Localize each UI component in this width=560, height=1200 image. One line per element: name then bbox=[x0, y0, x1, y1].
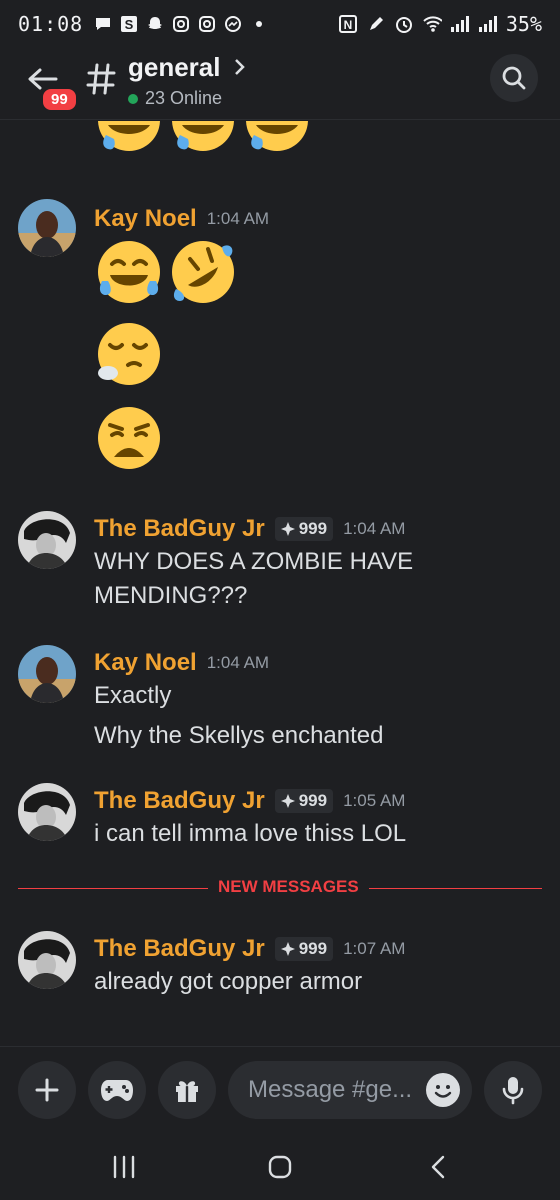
sparkle-icon bbox=[280, 794, 295, 808]
message-header: Kay Noel 1:04 AM bbox=[94, 649, 269, 677]
role-tag-label: 999 bbox=[298, 939, 328, 958]
avatar[interactable] bbox=[18, 783, 76, 841]
messenger-icon bbox=[223, 14, 243, 34]
relieved-exhale-emoji-icon bbox=[98, 323, 160, 385]
nfc-icon: N bbox=[338, 14, 358, 34]
gift-icon bbox=[176, 1081, 198, 1102]
message-list[interactable]: Kay Noel 1:04 AM The BadGuy Jr 999 1:04 … bbox=[0, 121, 560, 1046]
emoji-picker-button[interactable] bbox=[426, 1073, 460, 1107]
recent-apps-button[interactable] bbox=[104, 1150, 144, 1184]
wifi-icon bbox=[422, 14, 442, 34]
search-button[interactable] bbox=[490, 54, 538, 102]
rofl-emoji-icon bbox=[98, 121, 160, 151]
online-status-dot bbox=[128, 93, 138, 104]
avatar[interactable] bbox=[18, 199, 76, 257]
status-bar: 01:08 S N 35% bbox=[0, 0, 560, 48]
author-name[interactable]: The BadGuy Jr bbox=[94, 515, 265, 543]
signal-icon bbox=[478, 14, 498, 34]
system-navigation-bar bbox=[0, 1134, 560, 1200]
new-messages-divider: NEW MESSAGES bbox=[18, 877, 542, 897]
online-count: 23 Online bbox=[128, 88, 222, 109]
system-icons: N 35% bbox=[338, 12, 542, 36]
timestamp: 1:04 AM bbox=[206, 653, 270, 672]
message-text: WHY DOES A ZOMBIE HAVE MENDING??? bbox=[94, 548, 414, 609]
author-name[interactable]: The BadGuy Jr bbox=[94, 935, 265, 963]
message-text: Exactly bbox=[94, 682, 172, 709]
microphone-icon bbox=[502, 1077, 524, 1105]
signal-icon bbox=[450, 14, 470, 34]
message-text: Why the Skellys enchanted bbox=[94, 722, 384, 749]
channel-title[interactable]: general bbox=[128, 52, 221, 83]
message-text: i can tell imma love thiss LOL bbox=[94, 820, 407, 847]
author-name[interactable]: Kay Noel bbox=[94, 649, 197, 677]
emoji-row-previous bbox=[94, 121, 312, 155]
role-tag-label: 999 bbox=[298, 791, 328, 810]
avatar[interactable] bbox=[18, 931, 76, 989]
plus-icon bbox=[35, 1078, 59, 1102]
message-input-placeholder: Message #ge... bbox=[248, 1076, 413, 1103]
avatar[interactable] bbox=[18, 511, 76, 569]
battery-level: 35% bbox=[505, 12, 542, 36]
sparkle-icon bbox=[280, 942, 295, 956]
s-app-icon: S bbox=[119, 14, 139, 34]
sparkle-icon bbox=[280, 522, 295, 536]
composer-bar: Message #ge... bbox=[0, 1046, 560, 1134]
author-name[interactable]: Kay Noel bbox=[94, 205, 197, 233]
status-time: 01:08 bbox=[18, 12, 84, 36]
gift-button[interactable] bbox=[158, 1061, 216, 1119]
chevron-right-icon[interactable] bbox=[234, 58, 246, 76]
svg-text:N: N bbox=[344, 18, 353, 32]
dot-icon bbox=[249, 14, 269, 34]
back-nav-button[interactable] bbox=[418, 1150, 458, 1184]
avatar[interactable] bbox=[18, 645, 76, 703]
role-tag[interactable]: 999 bbox=[274, 517, 334, 541]
rofl-emoji-icon bbox=[172, 121, 234, 151]
message-header: The BadGuy Jr 999 1:07 AM bbox=[94, 935, 405, 963]
activities-button[interactable] bbox=[88, 1061, 146, 1119]
rofl-emoji-icon bbox=[172, 241, 234, 303]
alarm-icon bbox=[394, 14, 414, 34]
divider-label: NEW MESSAGES bbox=[208, 877, 369, 897]
role-tag-label: 999 bbox=[298, 519, 328, 538]
joy-emoji-icon bbox=[98, 241, 160, 303]
smiley-icon bbox=[434, 1085, 452, 1098]
message-header: The BadGuy Jr 999 1:05 AM bbox=[94, 787, 405, 815]
timestamp: 1:04 AM bbox=[206, 209, 270, 228]
emoji-row bbox=[94, 237, 238, 307]
emoji-row bbox=[94, 403, 164, 473]
notification-icons: S bbox=[93, 14, 269, 34]
instagram-icon bbox=[171, 14, 191, 34]
recent-apps-icon bbox=[113, 1155, 135, 1179]
message-text: already got copper armor bbox=[94, 968, 363, 995]
message-input[interactable]: Message #ge... bbox=[228, 1061, 472, 1119]
unread-badge: 99 bbox=[40, 86, 79, 113]
search-icon bbox=[502, 66, 526, 90]
gamepad-icon bbox=[101, 1080, 133, 1101]
rofl-emoji-icon bbox=[246, 121, 308, 151]
add-attachment-button[interactable] bbox=[18, 1061, 76, 1119]
svg-text:S: S bbox=[125, 17, 134, 32]
author-name[interactable]: The BadGuy Jr bbox=[94, 787, 265, 815]
channel-header: general 23 Online bbox=[0, 48, 560, 120]
timestamp: 1:04 AM bbox=[343, 519, 406, 538]
role-tag[interactable]: 999 bbox=[274, 789, 334, 813]
weary-emoji-icon bbox=[98, 407, 160, 469]
timestamp: 1:05 AM bbox=[343, 791, 406, 810]
instagram-icon bbox=[197, 14, 217, 34]
role-tag[interactable]: 999 bbox=[274, 937, 334, 961]
back-nav-icon bbox=[431, 1155, 445, 1179]
home-button[interactable] bbox=[260, 1150, 300, 1184]
voice-message-button[interactable] bbox=[484, 1061, 542, 1119]
online-label: 23 Online bbox=[145, 88, 223, 108]
snapchat-icon bbox=[145, 14, 165, 34]
home-icon bbox=[268, 1155, 292, 1179]
message-header: Kay Noel 1:04 AM bbox=[94, 205, 269, 233]
hash-icon bbox=[86, 62, 116, 98]
timestamp: 1:07 AM bbox=[343, 939, 406, 958]
chat-bubble-icon bbox=[93, 14, 113, 34]
emoji-row bbox=[94, 319, 164, 389]
message-header: The BadGuy Jr 999 1:04 AM bbox=[94, 515, 405, 543]
pen-icon bbox=[366, 14, 386, 34]
